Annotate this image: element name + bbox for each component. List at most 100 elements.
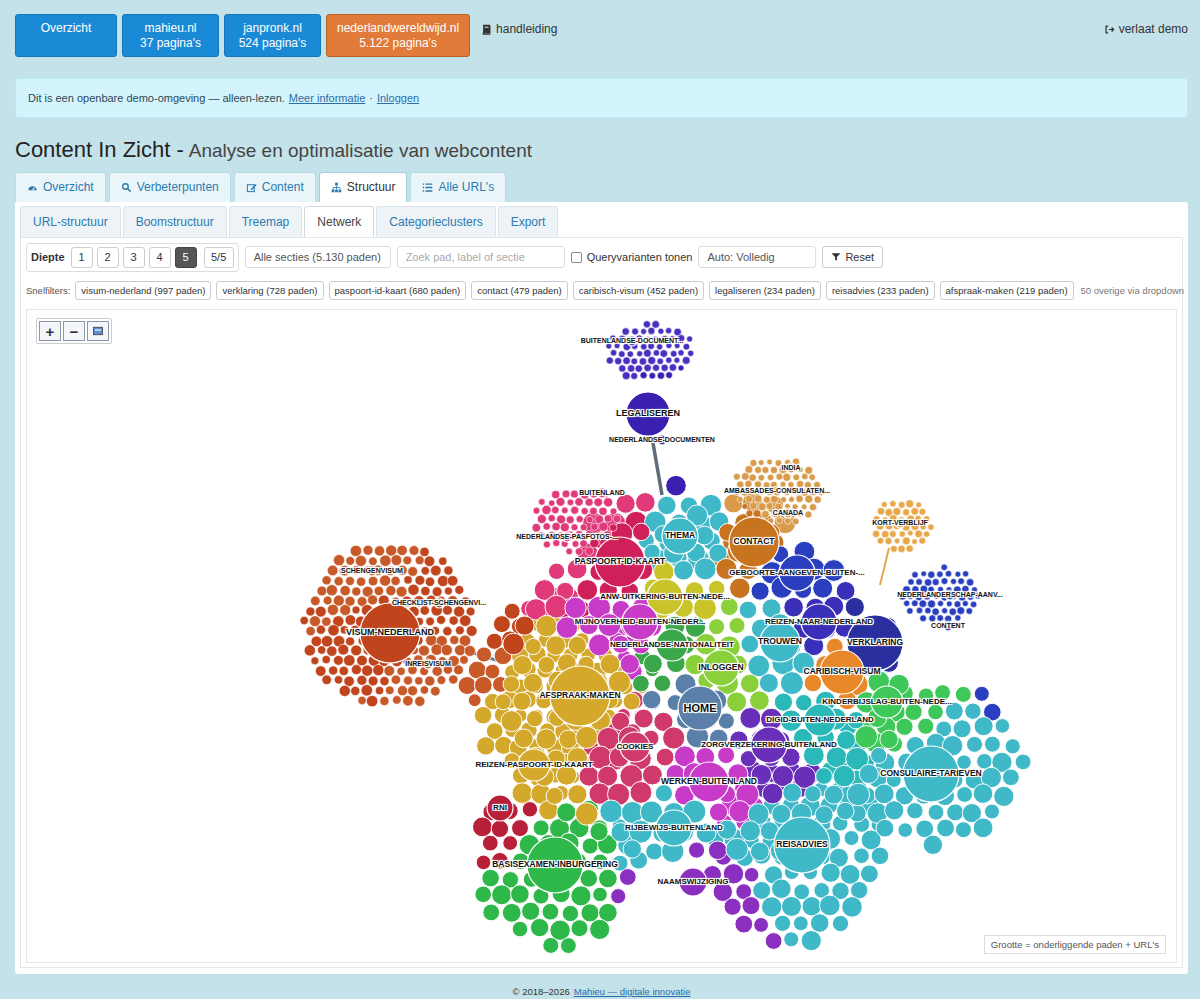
- node-label[interactable]: CONTACT: [734, 537, 775, 546]
- sub-tab[interactable]: Treemap: [229, 206, 303, 237]
- filter-chip[interactable]: legaliseren (234 paden): [709, 281, 821, 300]
- node-label[interactable]: REISADVIES: [776, 840, 828, 849]
- node-label[interactable]: AFSPRAAK-MAKEN: [539, 691, 620, 700]
- node-label[interactable]: SCHENGENVISUM: [341, 567, 403, 575]
- query-variants-checkbox[interactable]: Queryvarianten tonen: [571, 251, 693, 263]
- node-label[interactable]: KINDERBIJSLAG-BUITEN-NEDE...: [822, 698, 951, 707]
- main-tab[interactable]: Alle URL's: [410, 172, 506, 202]
- filter-chip[interactable]: afspraak-maken (219 paden): [940, 281, 1074, 300]
- network-canvas[interactable]: BUITENLANDSE-DOCUMENT... LEGALISEREN NEDER…: [26, 309, 1177, 963]
- bubble: [512, 783, 533, 804]
- bubble: [527, 711, 543, 727]
- node-label[interactable]: CARIBISCH-VISUM: [804, 667, 881, 676]
- filter-chip[interactable]: verklaring (728 paden): [216, 281, 323, 300]
- depth-button[interactable]: 4: [149, 247, 171, 268]
- sub-tab[interactable]: URL-structuur: [20, 206, 121, 237]
- site-button[interactable]: Overzicht: [15, 14, 117, 57]
- node-label[interactable]: DIGID-BUITEN-NEDERLAND: [766, 716, 874, 725]
- node-label[interactable]: CHECKLIST-SCHENGENVI...: [392, 599, 486, 607]
- node-label[interactable]: BUITENLANDSE-DOCUMENT...: [581, 337, 684, 345]
- node-label[interactable]: TROUWEN: [758, 637, 802, 646]
- sub-tab[interactable]: Export: [498, 206, 559, 237]
- node-label[interactable]: ANW-UITKERING-BUITEN-NEDE...: [600, 593, 730, 602]
- node-label[interactable]: CONSULAIRE-TARIEVEN: [880, 769, 981, 778]
- filter-chip[interactable]: paspoort-id-kaart (680 paden): [329, 281, 467, 300]
- bubble: [845, 597, 864, 616]
- node-label[interactable]: VISUM-NEDERLAND: [346, 628, 434, 638]
- sub-tab[interactable]: Boomstructuur: [123, 206, 227, 237]
- sub-tab[interactable]: Categorieclusters: [376, 206, 495, 237]
- node-label[interactable]: CONTENT: [931, 622, 965, 630]
- node-label[interactable]: KORT-VERBLIJF: [872, 519, 928, 527]
- node-label[interactable]: COOKIES: [617, 743, 654, 752]
- zoom-in-button[interactable]: +: [39, 321, 61, 341]
- node-label[interactable]: BUITENLAND: [579, 489, 625, 497]
- depth-label: Diepte: [31, 251, 65, 263]
- node-label[interactable]: GEBOORTE-AANGEVEN-BUITEN-...: [729, 569, 865, 578]
- node-label[interactable]: RIJBEWIJS-BUITENLAND: [625, 824, 723, 833]
- node-label[interactable]: MIJNOVERHEID-BUITEN-NEDER...: [575, 618, 706, 627]
- manual-link[interactable]: handleiding: [481, 14, 557, 36]
- search-input[interactable]: [397, 246, 565, 268]
- node-label[interactable]: NEDERLANDSE-PASFOTOS-...: [516, 533, 618, 541]
- node[interactable]: [678, 686, 722, 730]
- node[interactable]: [662, 518, 698, 554]
- bubble: [419, 645, 430, 656]
- node-label[interactable]: THEMA: [665, 531, 695, 540]
- alert-link[interactable]: Inloggen: [377, 92, 419, 104]
- node-label[interactable]: HOME: [684, 702, 717, 714]
- footer-link[interactable]: Mahieu — digitale innovatie: [574, 986, 691, 997]
- filter-chip[interactable]: reisadvies (233 paden): [826, 281, 935, 300]
- node-label[interactable]: INREISVISUM: [405, 660, 451, 668]
- node-label[interactable]: REIZEN-NAAR-NEDERLAND: [765, 618, 873, 627]
- node-label[interactable]: RNI: [493, 804, 507, 813]
- filter-chip[interactable]: visum-nederland (997 paden): [75, 281, 211, 300]
- site-button[interactable]: mahieu.nl37 pagina's: [122, 14, 219, 57]
- bubble: [802, 897, 821, 916]
- main-tab[interactable]: Structuur: [319, 172, 408, 202]
- checkbox-box[interactable]: [571, 252, 582, 263]
- node[interactable]: [774, 817, 830, 873]
- bubble: [439, 557, 447, 565]
- bubble: [352, 606, 360, 614]
- zoom-out-button[interactable]: −: [63, 321, 85, 341]
- node[interactable]: [729, 517, 779, 567]
- node-label[interactable]: LEGALISEREN: [616, 409, 680, 419]
- bubble: [464, 645, 475, 656]
- node-label[interactable]: NEDERLANDERSCHAP-AANV...: [897, 591, 1003, 599]
- reset-button[interactable]: Reset: [822, 246, 883, 268]
- node-label[interactable]: REIZEN-PASPOORT-ID-KAART: [475, 761, 592, 770]
- depth-button[interactable]: 5: [175, 247, 197, 268]
- site-button[interactable]: nederlandwereldwijd.nl5.122 pagina's: [326, 14, 470, 57]
- node-label[interactable]: AMBASSADES-CONSULATEN...: [724, 487, 830, 495]
- node-label[interactable]: INDIA: [781, 464, 800, 472]
- node-label[interactable]: PASPOORT-ID-KAART: [575, 557, 666, 566]
- node-label[interactable]: CANADA: [773, 509, 803, 517]
- sub-tab[interactable]: Netwerk: [304, 206, 374, 237]
- node[interactable]: [487, 795, 513, 821]
- depth-button[interactable]: 1: [71, 247, 93, 268]
- node-label[interactable]: NEDERLANDSE-DOCUMENTEN: [609, 436, 715, 444]
- node-label[interactable]: WERKEN-BUITENLAND: [661, 777, 757, 786]
- node-label[interactable]: ZORGVERZEKERING-BUITENLAND: [701, 741, 837, 750]
- depth-button[interactable]: 5/5: [204, 247, 234, 268]
- node-label[interactable]: BASISEXAMEN-INBURGERING: [492, 860, 618, 869]
- mode-select[interactable]: Auto: Volledig: [698, 246, 816, 268]
- main-tab[interactable]: Verbeterpunten: [109, 172, 231, 202]
- main-tab[interactable]: Content: [234, 172, 316, 202]
- node-label[interactable]: VERKLARING: [847, 638, 903, 647]
- depth-button[interactable]: 2: [97, 247, 119, 268]
- node-label[interactable]: NEDERLANDSE-NATIONALITEIT: [610, 641, 734, 650]
- depth-button[interactable]: 3: [123, 247, 145, 268]
- node-label[interactable]: NAAMSWIJZIGING: [657, 878, 728, 887]
- bubble: [345, 615, 356, 626]
- section-select[interactable]: Alle secties (5.130 paden): [245, 246, 391, 268]
- node-label[interactable]: INLOGGEN: [698, 663, 743, 672]
- filter-chip[interactable]: caribisch-visum (452 paden): [573, 281, 704, 300]
- alert-link[interactable]: Meer informatie: [289, 92, 365, 104]
- exit-demo-link[interactable]: verlaat demo: [1104, 14, 1188, 36]
- site-button[interactable]: janpronk.nl524 pagina's: [224, 14, 321, 57]
- main-tab[interactable]: Overzicht: [15, 172, 106, 202]
- fit-button[interactable]: [87, 321, 109, 341]
- filter-chip[interactable]: contact (479 paden): [471, 281, 568, 300]
